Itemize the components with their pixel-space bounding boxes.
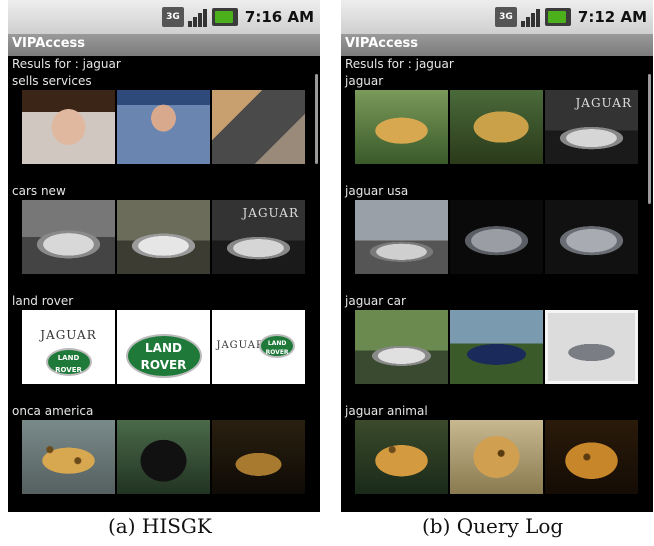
thumbnail-image[interactable]: LAND ROVER	[117, 310, 210, 384]
jaguar-wordmark: JAGUAR	[575, 96, 632, 110]
thumbnail-image[interactable]	[117, 420, 210, 494]
thumbnail-image[interactable]: JAGUAR LAND ROVER	[212, 310, 305, 384]
image-row: JAGUAR	[355, 90, 638, 164]
image-row: JAGUAR	[22, 200, 305, 274]
land-rover-badge-icon: LAND ROVER	[259, 334, 296, 358]
category-label[interactable]: onca america	[12, 404, 93, 418]
image-row	[355, 310, 638, 384]
app-title-bar: VIPAccess	[8, 34, 320, 56]
results-label: Resuls for : jaguar	[12, 57, 121, 71]
thumbnail-image[interactable]	[545, 200, 638, 274]
thumbnail-image[interactable]	[450, 310, 543, 384]
status-clock: 7:12 AM	[577, 8, 647, 26]
category-label[interactable]: jaguar animal	[345, 404, 428, 418]
network-3g-icon: 3G	[494, 7, 517, 27]
image-row	[355, 200, 638, 274]
land-rover-badge-icon: LAND ROVER	[45, 348, 92, 376]
image-row	[355, 420, 638, 494]
battery-icon	[211, 8, 238, 26]
land-rover-text: ROVER	[265, 349, 289, 356]
thumbnail-image[interactable]	[355, 420, 448, 494]
category-label[interactable]: jaguar	[345, 74, 383, 88]
image-row	[22, 90, 305, 164]
thumbnail-image[interactable]: JAGUAR	[212, 200, 305, 274]
phone-screenshot-hisgk: 3G 7:16 AM VIPAccess Resuls for : jaguar…	[8, 0, 320, 512]
jaguar-logo-text: JAGUAR	[40, 328, 97, 342]
thumbnail-image[interactable]	[22, 420, 115, 494]
app-title: VIPAccess	[345, 36, 418, 51]
jaguar-wordmark: JAGUAR	[242, 206, 299, 220]
category-label[interactable]: land rover	[12, 294, 73, 308]
land-rover-text: ROVER	[140, 358, 187, 372]
thumbnail-image[interactable]	[545, 310, 638, 384]
thumbnail-image[interactable]	[450, 420, 543, 494]
category-label[interactable]: jaguar usa	[345, 184, 408, 198]
signal-icon	[520, 7, 541, 27]
signal-icon	[187, 7, 208, 27]
thumbnail-image[interactable]	[22, 200, 115, 274]
status-bar: 3G 7:16 AM	[8, 0, 320, 34]
land-rover-text: LAND	[57, 354, 80, 362]
category-label[interactable]: sells services	[12, 74, 92, 88]
land-rover-text: ROVER	[55, 366, 82, 374]
category-label[interactable]: cars new	[12, 184, 66, 198]
thumbnail-image[interactable]	[355, 200, 448, 274]
thumbnail-image[interactable]	[450, 90, 543, 164]
scrollbar[interactable]	[648, 74, 651, 204]
figure-caption: (a) HISGK	[108, 514, 212, 538]
thumbnail-image[interactable]	[117, 200, 210, 274]
battery-icon	[544, 8, 571, 26]
thumbnail-image[interactable]: JAGUAR LAND ROVER	[22, 310, 115, 384]
thumbnail-image[interactable]	[355, 310, 448, 384]
scrollbar[interactable]	[315, 74, 318, 164]
figure-caption: (b) Query Log	[422, 514, 564, 538]
thumbnail-image[interactable]	[212, 90, 305, 164]
thumbnail-image[interactable]	[355, 90, 448, 164]
image-row	[22, 420, 305, 494]
category-label[interactable]: jaguar car	[345, 294, 406, 308]
thumbnail-image[interactable]	[545, 420, 638, 494]
status-clock: 7:16 AM	[244, 8, 314, 26]
results-label: Resuls for : jaguar	[345, 57, 454, 71]
land-rover-text: LAND	[267, 340, 287, 347]
network-3g-icon: 3G	[161, 7, 184, 27]
status-bar: 3G 7:12 AM	[341, 0, 653, 34]
app-title-bar: VIPAccess	[341, 34, 653, 56]
thumbnail-image[interactable]	[212, 420, 305, 494]
thumbnail-image[interactable]: JAGUAR	[545, 90, 638, 164]
land-rover-badge-icon: LAND ROVER	[125, 334, 202, 378]
thumbnail-image[interactable]	[22, 90, 115, 164]
image-row: JAGUAR LAND ROVER LAND ROVER JAGUAR LAND…	[22, 310, 305, 384]
phone-screenshot-query-log: 3G 7:12 AM VIPAccess Resuls for : jaguar…	[341, 0, 653, 512]
thumbnail-image[interactable]	[117, 90, 210, 164]
land-rover-text: LAND	[145, 341, 182, 355]
app-title: VIPAccess	[12, 36, 85, 51]
thumbnail-image[interactable]	[450, 200, 543, 274]
